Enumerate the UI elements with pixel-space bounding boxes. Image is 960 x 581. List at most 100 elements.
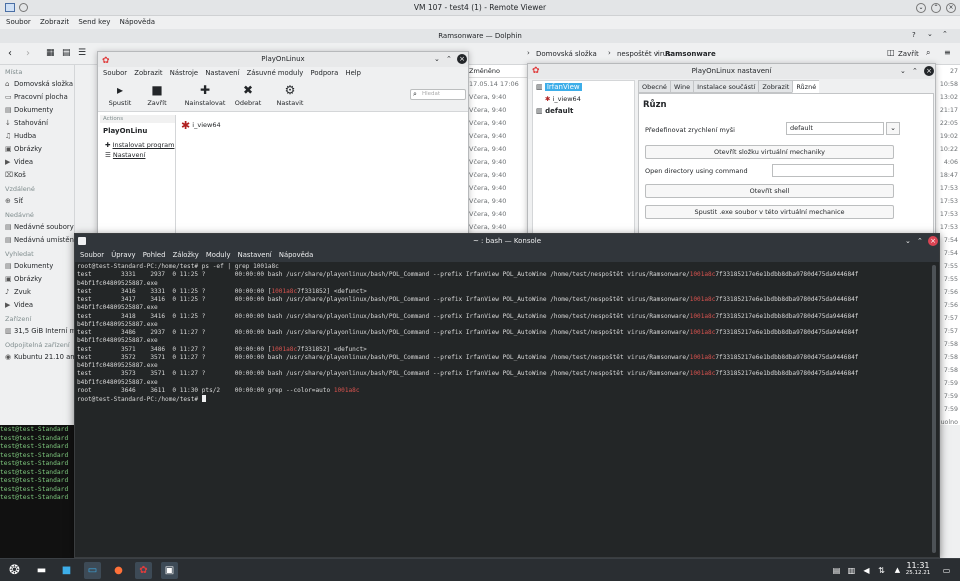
desktop-pager-icon[interactable]: ▬	[33, 562, 50, 579]
menu-help[interactable]: Nápověda	[279, 251, 313, 259]
tab-wine[interactable]: Wine	[669, 80, 695, 93]
hamburger-menu-icon[interactable]: ≡	[944, 48, 951, 57]
file-modified-date[interactable]: Včera, 9:40	[467, 182, 527, 195]
device-kubuntu-media[interactable]: ◉ Kubuntu 21.10 am	[5, 351, 74, 364]
minimize-icon[interactable]: ⌄	[927, 30, 933, 38]
minimize-icon[interactable]: ⌄	[434, 52, 440, 67]
menu-file[interactable]: Soubor	[6, 18, 31, 26]
tab-misc[interactable]: Různé	[792, 80, 820, 93]
menu-view[interactable]: Zobrazit	[134, 69, 162, 77]
menu-settings[interactable]: Nastavení	[205, 69, 239, 77]
menu-support[interactable]: Podpora	[310, 69, 338, 77]
menu-help[interactable]: Nápověda	[120, 18, 155, 26]
column-header-modified[interactable]: Změněno	[467, 65, 527, 78]
close-split-button[interactable]: Zavřít	[898, 50, 919, 58]
tree-item-irfanview[interactable]: ▥ IrfanView	[536, 83, 634, 94]
search-videos[interactable]: ▶ Videa	[5, 299, 74, 312]
place-downloads[interactable]: ↓ Stahování	[5, 117, 74, 130]
file-modified-date[interactable]: Včera, 9:40	[467, 104, 527, 117]
tree-item-default[interactable]: ▥ default	[536, 107, 634, 118]
file-modified-date[interactable]: Včera, 9:40	[467, 117, 527, 130]
maximize-icon[interactable]: ⌃	[912, 64, 918, 79]
breadcrumb-current[interactable]: Ramsonware	[665, 50, 716, 58]
tab-general[interactable]: Obecné	[638, 80, 671, 93]
file-modified-date[interactable]: Včera, 9:40	[467, 130, 527, 143]
search-icon[interactable]: ⌕	[926, 48, 930, 58]
menu-plugins[interactable]: Zásuvné moduly	[247, 69, 304, 77]
chevron-down-icon[interactable]: ⌄	[886, 122, 900, 135]
dolphin-task-icon[interactable]: ▭	[84, 562, 101, 579]
search-images[interactable]: ▣ Obrázky	[5, 273, 74, 286]
device-internal-disk[interactable]: ▥ 31,5 GiB Interní m	[5, 325, 74, 338]
file-modified-date[interactable]: Včera, 9:40	[467, 91, 527, 104]
file-modified-date[interactable]: Včera, 9:40	[467, 208, 527, 221]
file-modified-date[interactable]: Včera, 9:40	[467, 195, 527, 208]
close-icon[interactable]: ×	[946, 3, 956, 13]
close-app-button[interactable]: ■ Zavřít	[135, 81, 179, 107]
terminal-output[interactable]: root@test-Standard-PC:/home/test# ps -ef…	[77, 263, 929, 555]
menu-edit[interactable]: Úpravy	[111, 251, 135, 259]
breadcrumb-home[interactable]: Domovská složka	[536, 50, 597, 58]
show-desktop-icon[interactable]: ▭	[938, 562, 955, 579]
open-shell-button[interactable]: Otevřít shell	[645, 184, 894, 198]
remove-button[interactable]: ✖ Odebrat	[226, 81, 270, 107]
clock[interactable]: 11:31 25.12.21	[905, 561, 931, 577]
install-program-link[interactable]: ✚ Instalovat program	[105, 141, 175, 151]
icons-view-icon[interactable]: ▦	[46, 48, 55, 58]
place-documents[interactable]: ▤ Dokumenty	[5, 104, 74, 117]
run-exe-button[interactable]: Spustit .exe soubor v této virtuální mec…	[645, 205, 894, 219]
network-icon[interactable]: ⇅	[873, 562, 890, 579]
playonlinux-task-icon[interactable]: ✿	[135, 562, 152, 579]
search-documents[interactable]: ▤ Dokumenty	[5, 260, 74, 273]
split-view-icon[interactable]: ◫	[887, 48, 895, 57]
open-dir-command-input[interactable]	[772, 164, 894, 177]
close-icon[interactable]: ×	[928, 236, 938, 246]
maximize-icon[interactable]: ⌃	[917, 234, 923, 248]
discover-icon[interactable]: ■	[58, 562, 75, 579]
file-modified-date[interactable]: 17.05.14 17:06	[467, 78, 527, 91]
back-icon[interactable]: ‹	[8, 48, 12, 59]
maximize-icon[interactable]: ⌃	[446, 52, 452, 67]
tab-install-components[interactable]: Instalace součástí	[693, 80, 760, 93]
close-icon[interactable]: ×	[457, 54, 467, 64]
search-field[interactable]: ⌕ Hledat	[410, 89, 466, 100]
place-network[interactable]: ⊕ Síť	[5, 195, 74, 208]
help-icon[interactable]: ?	[912, 31, 916, 39]
place-music[interactable]: ♫ Hudba	[5, 130, 74, 143]
breadcrumb-folder[interactable]: nespoštět virus	[617, 50, 671, 58]
menu-file[interactable]: Soubor	[80, 251, 104, 259]
menu-tools[interactable]: Nástroje	[170, 69, 198, 77]
tab-display[interactable]: Zobrazit	[758, 80, 794, 93]
menu-bookmarks[interactable]: Záložky	[173, 251, 199, 259]
details-view-icon[interactable]: ☰	[78, 48, 86, 58]
menu-plugins[interactable]: Moduly	[206, 251, 231, 259]
place-trash[interactable]: ⌧Koš	[5, 169, 74, 182]
menu-view[interactable]: Zobrazit	[40, 18, 69, 26]
maximize-icon[interactable]: ⌃	[942, 30, 948, 38]
place-pictures[interactable]: ▣ Obrázky	[5, 143, 74, 156]
place-recent-locations[interactable]: ▤ Nedávná umístění	[5, 234, 74, 247]
file-modified-date[interactable]: Včera, 9:40	[467, 156, 527, 169]
place-home[interactable]: ⌂ Domovská složka	[5, 78, 74, 91]
mouse-warp-select[interactable]: default	[786, 122, 884, 135]
menu-file[interactable]: Soubor	[103, 69, 127, 77]
terminal-scrollbar[interactable]	[932, 265, 936, 553]
search-audio[interactable]: ♪ Zvuk	[5, 286, 74, 299]
install-button[interactable]: ✚ Nainstalovat	[183, 81, 227, 107]
close-icon[interactable]: ×	[924, 66, 934, 76]
menu-settings[interactable]: Nastavení	[238, 251, 272, 259]
file-modified-date[interactable]: Včera, 9:40	[467, 169, 527, 182]
menu-view[interactable]: Pohled	[143, 251, 166, 259]
place-recent-files[interactable]: ▤ Nedávné soubory	[5, 221, 74, 234]
minimize-icon[interactable]: ⌄	[916, 3, 926, 13]
minimize-icon[interactable]: ⌄	[905, 234, 911, 248]
tree-item-i-view64[interactable]: ✱ i_view64	[545, 95, 634, 106]
compact-view-icon[interactable]: ▤	[62, 48, 71, 58]
configure-button[interactable]: ⚙ Nastavit	[268, 81, 312, 107]
menu-help[interactable]: Help	[345, 69, 361, 77]
settings-link[interactable]: ☰ Nastavení	[105, 151, 175, 161]
tray-expand-icon[interactable]: ▲	[889, 562, 906, 579]
open-drive-folder-button[interactable]: Otevřít složku virtuální mechaniky	[645, 145, 894, 159]
place-videos[interactable]: ▶ Videa	[5, 156, 74, 169]
file-modified-date[interactable]: Včera, 9:40	[467, 143, 527, 156]
